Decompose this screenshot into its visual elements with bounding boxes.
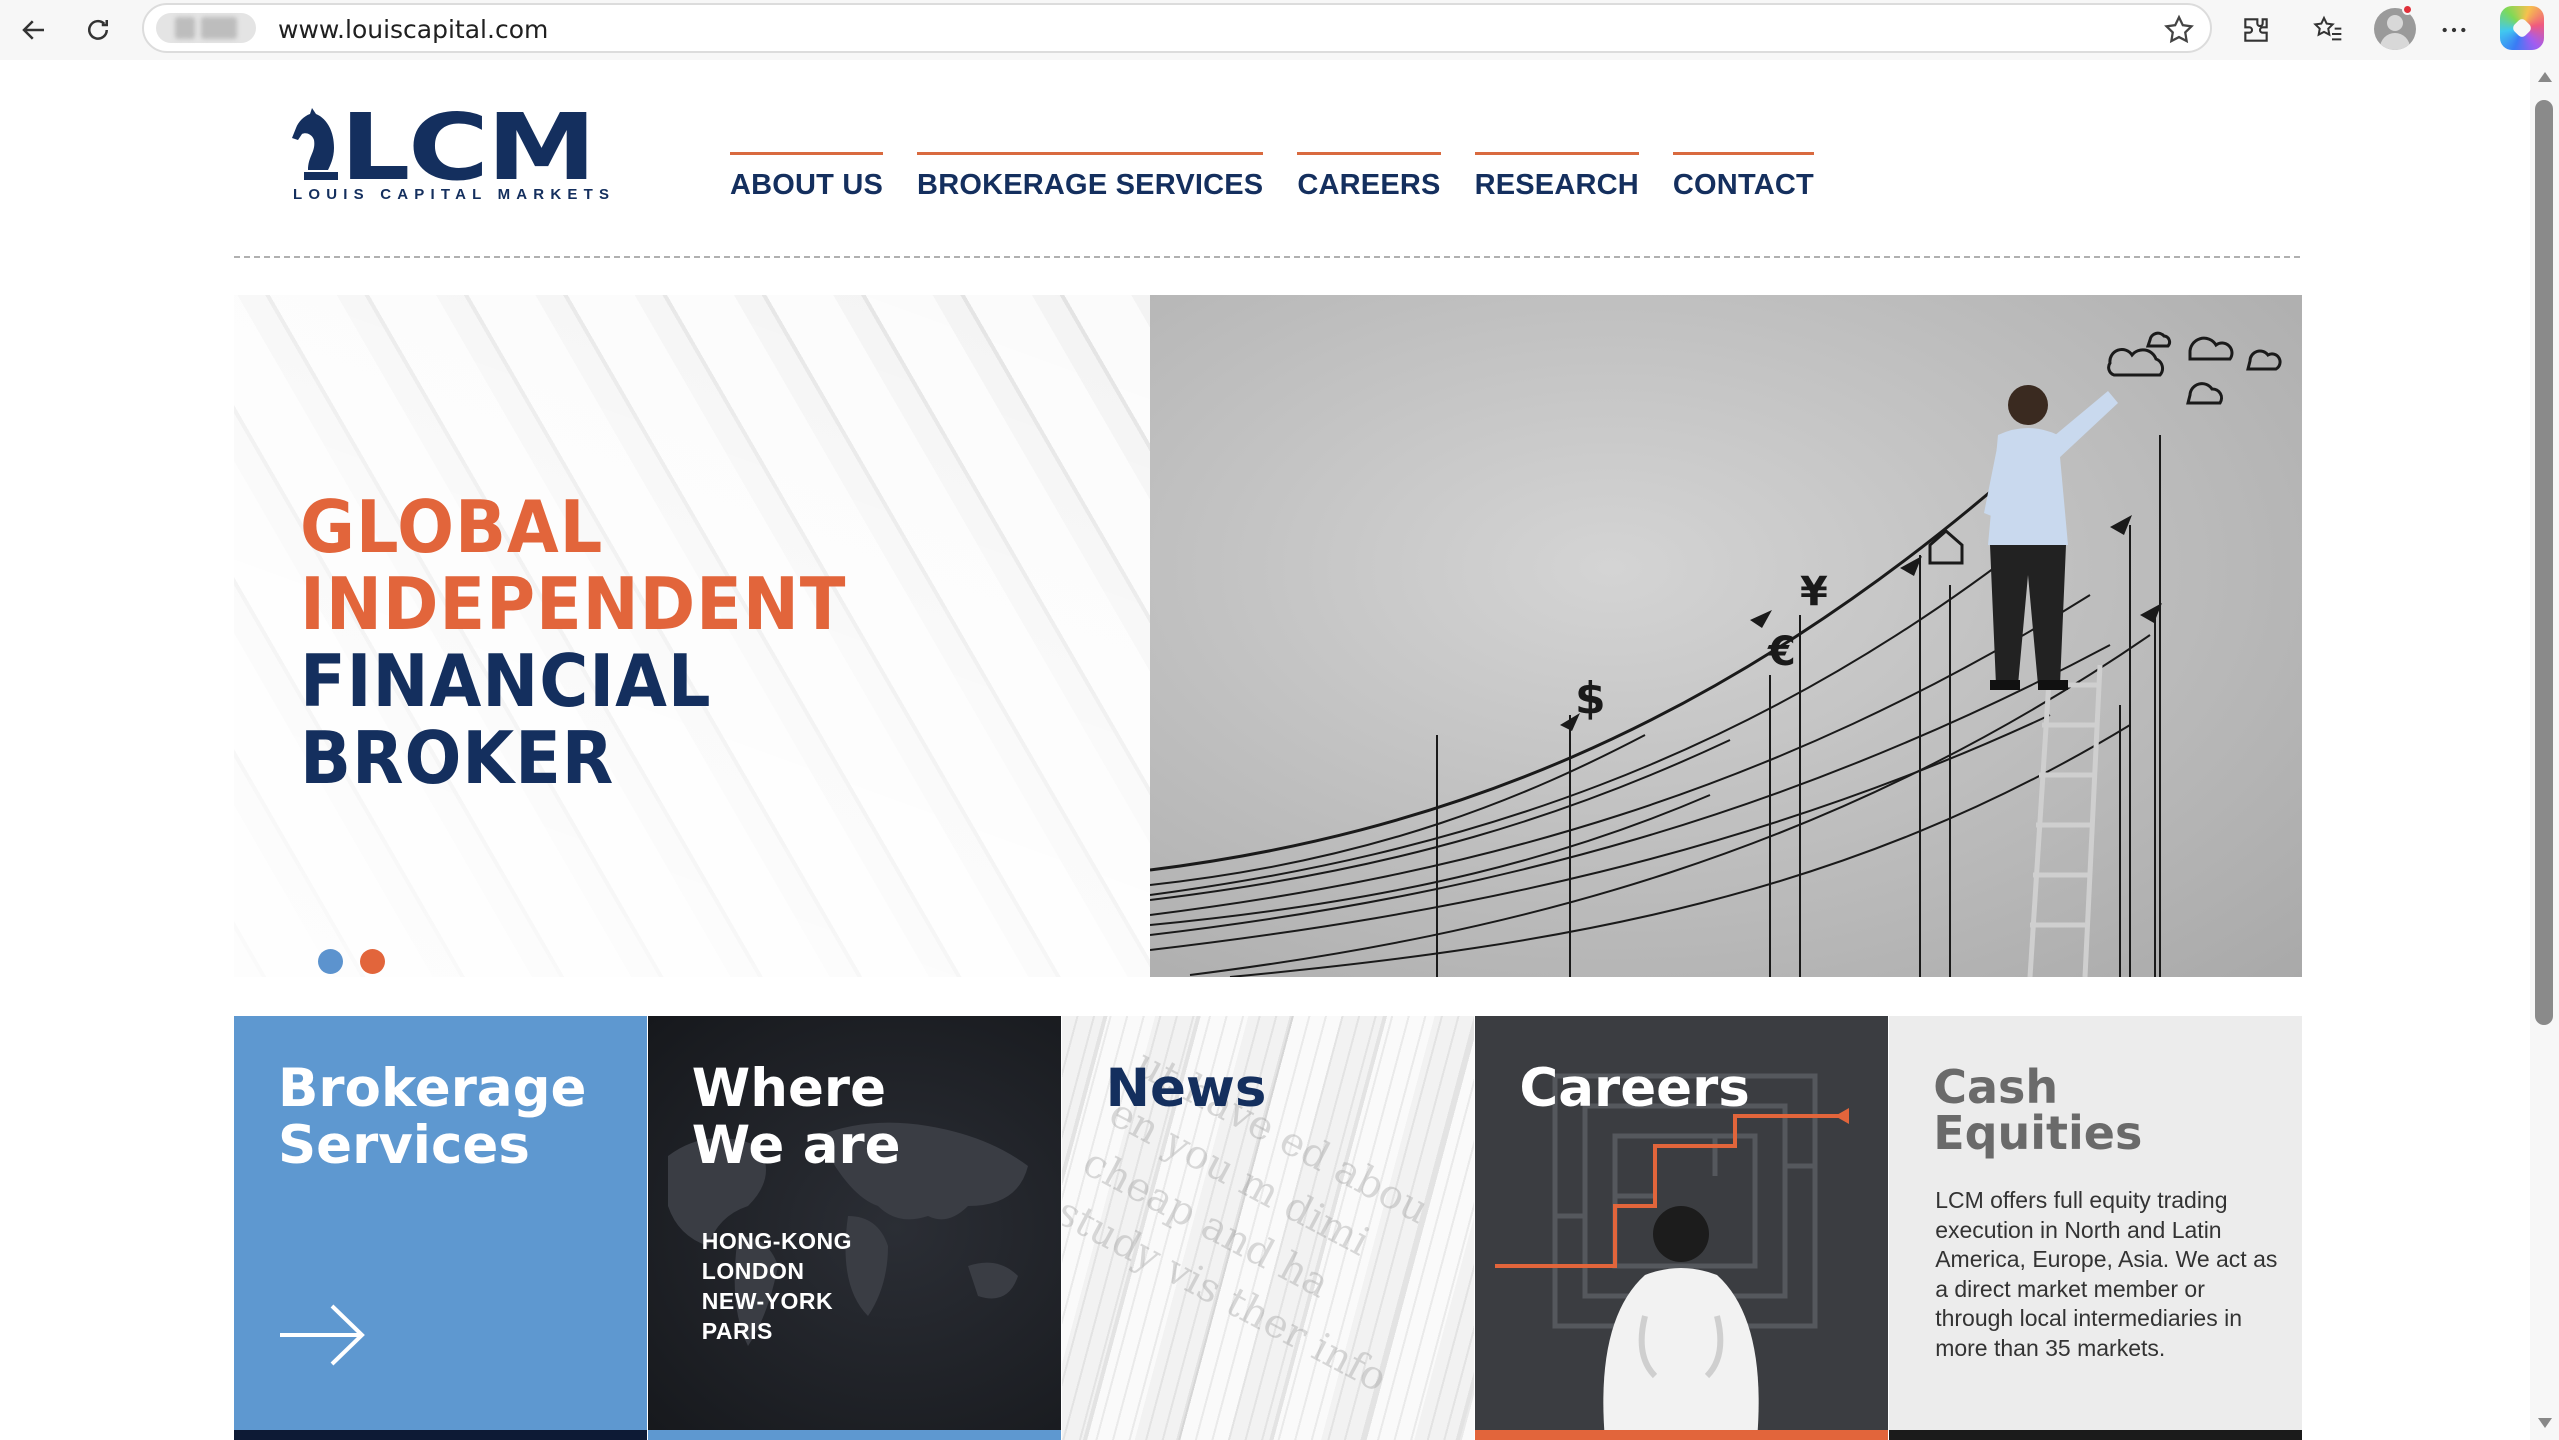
svg-text:¥: ¥ xyxy=(1800,569,1828,615)
notification-dot xyxy=(2402,4,2413,15)
tile-bottom-strip xyxy=(1889,1430,2302,1440)
hero-growth-image: $ € ¥ xyxy=(1150,295,2302,977)
tile-news-title: News xyxy=(1105,1058,1267,1119)
url-text[interactable]: www.louiscapital.com xyxy=(278,15,548,44)
nav-contact[interactable]: CONTACT xyxy=(1672,152,1814,202)
right-arrow-icon[interactable] xyxy=(278,1302,366,1368)
svg-text:€: € xyxy=(1767,629,1796,675)
tile-where-line2: We are xyxy=(691,1115,901,1176)
slider-dot-1[interactable] xyxy=(318,949,343,974)
hero-line-broker: BROKER xyxy=(300,716,615,800)
tile-cash-line2: Equities xyxy=(1933,1106,2143,1160)
slider-pagination xyxy=(318,949,385,974)
tile-bottom-strip xyxy=(1475,1430,1889,1440)
tile-where-title: Where We are xyxy=(692,1060,901,1174)
back-button[interactable] xyxy=(10,6,58,54)
city-hong-kong: HONG-KONG xyxy=(701,1228,852,1254)
city-new-york: NEW-YORK xyxy=(701,1288,834,1314)
avatar-head xyxy=(2387,15,2403,31)
tile-where-line1: Where xyxy=(691,1058,887,1119)
reload-button[interactable] xyxy=(74,6,122,54)
tile-cash-title: Cash Equities xyxy=(1933,1064,2142,1156)
favorites-list-icon xyxy=(2313,15,2342,41)
puzzle-icon xyxy=(2244,18,2268,42)
slider-dot-2[interactable] xyxy=(360,949,385,974)
web-page: LCM LOUIS CAPITAL MARKETS ABOUT US BROKE… xyxy=(8,60,2530,1440)
tile-bottom-strip xyxy=(234,1430,647,1440)
site-info-button[interactable] xyxy=(156,13,256,43)
man-figure xyxy=(1984,385,2118,690)
svg-text:$: $ xyxy=(1575,673,1606,724)
hero-slider[interactable]: GLOBAL INDEPENDENT FINANCIAL BROKER $ € … xyxy=(234,295,2302,977)
hero-line-financial: FINANCIAL xyxy=(300,639,712,723)
main-navigation: ABOUT US BROKERAGE SERVICES CAREERS RESE… xyxy=(730,152,1814,202)
ellipsis-icon xyxy=(2442,27,2466,33)
site-info-blur xyxy=(201,17,237,39)
tile-bottom-strip xyxy=(647,1430,1061,1440)
browser-toolbar: www.louiscapital.com xyxy=(0,0,2559,60)
copilot-icon[interactable] xyxy=(2500,6,2544,50)
hero-line-independent: INDEPENDENT xyxy=(300,562,847,646)
back-arrow-icon xyxy=(22,20,44,40)
tile-news[interactable]: ut have ed abou en you m dimi cheap and … xyxy=(1061,1016,1475,1440)
more-options-button[interactable] xyxy=(2430,6,2478,54)
tile-careers[interactable]: Careers xyxy=(1475,1016,1889,1440)
feature-tiles: Brokerage Services Where We are HONG-KON… xyxy=(234,1016,2302,1440)
favorites-button[interactable] xyxy=(2304,6,2352,54)
scroll-up-arrow-icon[interactable] xyxy=(2538,72,2552,82)
logo-wordmark: LCM xyxy=(340,94,596,201)
tile-brokerage-line1: Brokerage xyxy=(278,1058,587,1119)
tile-cash-description: LCM offers full equity trading execution… xyxy=(1935,1187,2278,1361)
page-scrollbar[interactable] xyxy=(2530,60,2559,1440)
avatar-body xyxy=(2380,33,2410,50)
address-bar[interactable]: www.louiscapital.com xyxy=(142,3,2212,53)
lcm-logo[interactable]: LCM LOUIS CAPITAL MARKETS xyxy=(290,94,609,212)
nav-research[interactable]: RESEARCH xyxy=(1474,152,1639,202)
nav-brokerage-services[interactable]: BROKERAGE SERVICES xyxy=(917,152,1264,202)
logo-tagline: LOUIS CAPITAL MARKETS xyxy=(293,186,616,203)
tile-cash-equities[interactable]: Cash Equities LCM offers full equity tra… xyxy=(1889,1016,2302,1440)
tile-cash-line1: Cash xyxy=(1933,1060,2059,1114)
tile-careers-title: Careers xyxy=(1519,1058,1750,1119)
favorite-star-icon[interactable] xyxy=(2162,13,2196,47)
tile-where-we-are[interactable]: Where We are HONG-KONG LONDON NEW-YORK P… xyxy=(647,1016,1061,1440)
hero-line-global: GLOBAL xyxy=(300,485,604,569)
knight-chess-icon xyxy=(292,108,338,180)
header-divider xyxy=(234,256,2300,258)
tile-brokerage-services[interactable]: Brokerage Services xyxy=(234,1016,647,1440)
city-list: HONG-KONG LONDON NEW-YORK PARIS xyxy=(702,1226,852,1346)
site-favicon-icon xyxy=(175,17,195,39)
growth-chart-illustration: $ € ¥ xyxy=(1150,331,2282,977)
scroll-down-arrow-icon[interactable] xyxy=(2538,1418,2552,1428)
city-london: LONDON xyxy=(701,1258,805,1284)
nav-careers[interactable]: CAREERS xyxy=(1297,152,1441,202)
tile-brokerage-title: Brokerage Services xyxy=(278,1060,587,1174)
tile-brokerage-line2: Services xyxy=(278,1115,530,1176)
extensions-button[interactable] xyxy=(2232,6,2280,54)
nav-about-us[interactable]: ABOUT US xyxy=(730,152,884,202)
hero-headline: GLOBAL INDEPENDENT FINANCIAL BROKER xyxy=(300,489,888,797)
reload-icon xyxy=(88,19,108,40)
city-paris: PARIS xyxy=(701,1318,773,1344)
scroll-thumb[interactable] xyxy=(2535,100,2553,1025)
